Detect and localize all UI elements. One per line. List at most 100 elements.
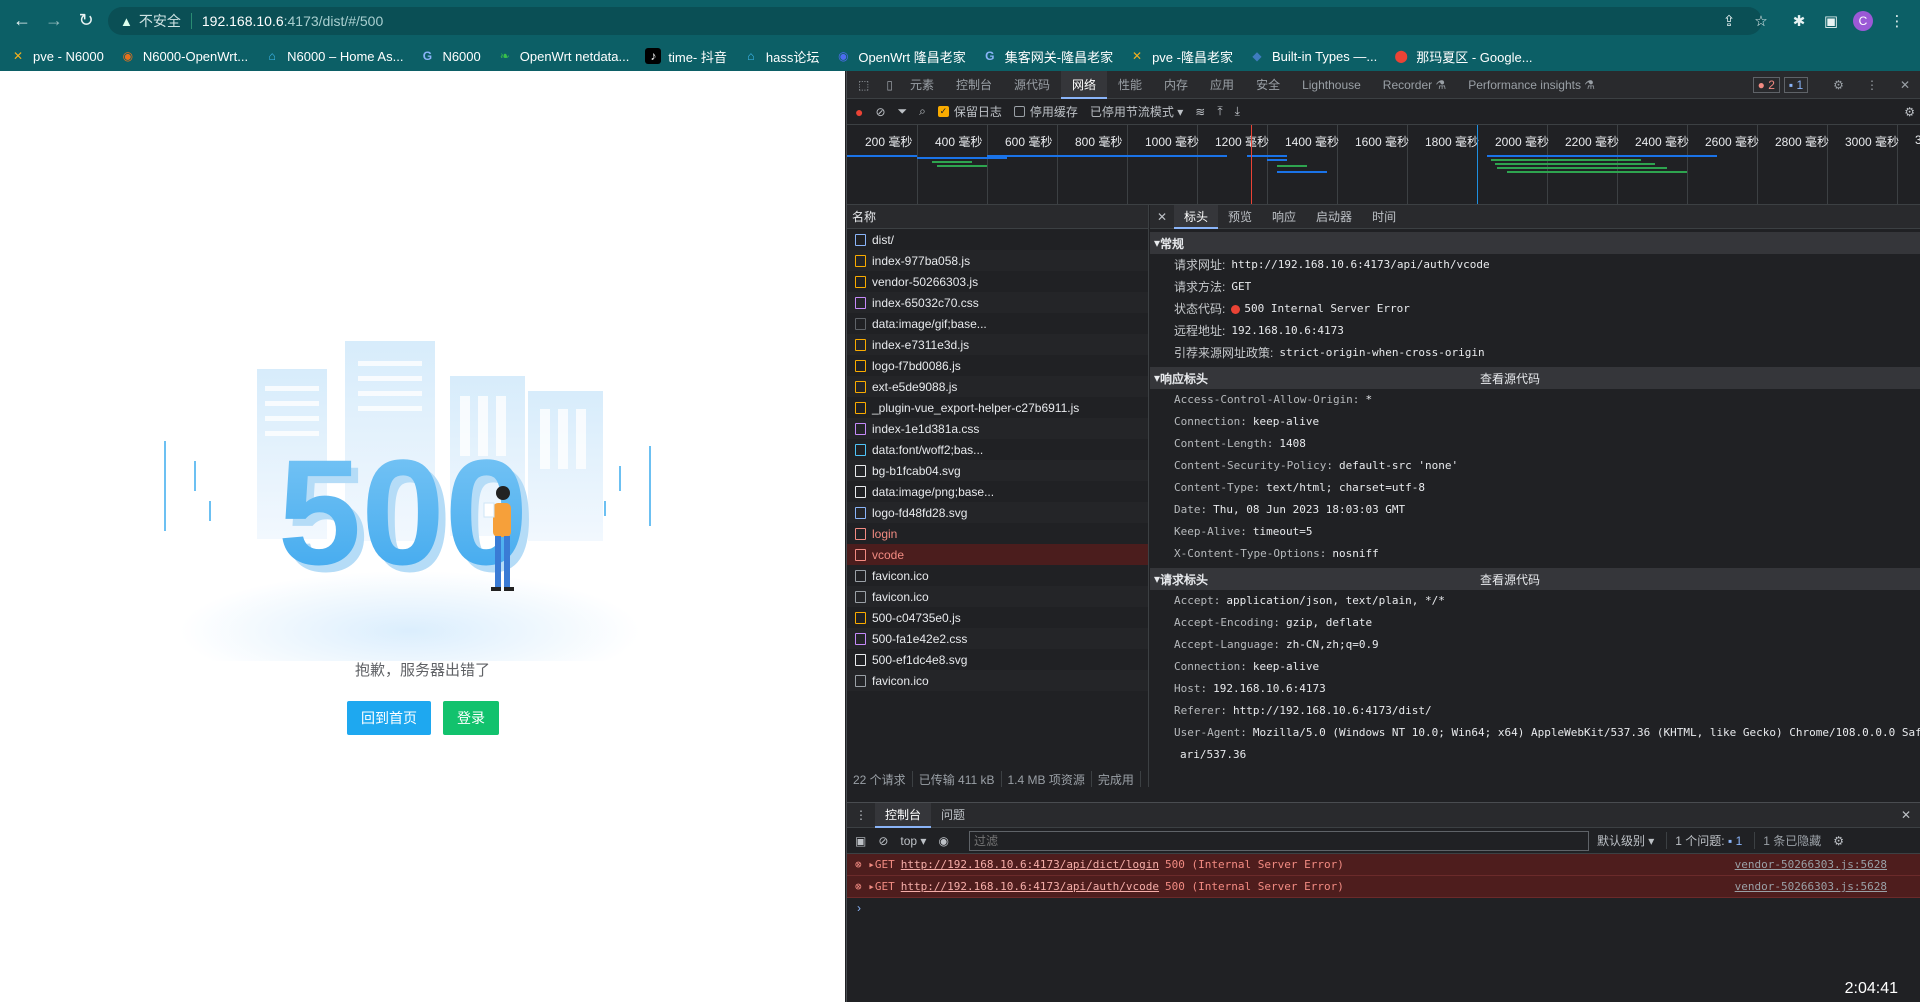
- bookmark-item[interactable]: ◉ N6000-OpenWrt...: [120, 48, 249, 64]
- devtools-tab[interactable]: 安全: [1245, 71, 1291, 99]
- request-row[interactable]: index-e7311e3d.js: [847, 334, 1148, 355]
- forward-icon[interactable]: →: [38, 5, 70, 37]
- request-row[interactable]: logo-f7bd0086.js: [847, 355, 1148, 376]
- devtools-tab[interactable]: 内存: [1153, 71, 1199, 99]
- request-row[interactable]: index-65032c70.css: [847, 292, 1148, 313]
- request-row[interactable]: 500-c04735e0.js: [847, 607, 1148, 628]
- console-filter-input[interactable]: [968, 830, 1589, 851]
- request-row[interactable]: index-977ba058.js: [847, 250, 1148, 271]
- device-toggle-icon[interactable]: ▯: [880, 71, 899, 99]
- detail-tab[interactable]: 预览: [1218, 205, 1262, 229]
- back-home-button[interactable]: 回到首页: [347, 701, 431, 735]
- response-headers-section-title[interactable]: ▾ 响应标头 查看源代码: [1150, 367, 1920, 389]
- issues-button[interactable]: 1 个问题: ▪ 1: [1666, 832, 1742, 849]
- devtools-tab[interactable]: 应用: [1199, 71, 1245, 99]
- request-row[interactable]: data:font/woff2;bas...: [847, 439, 1148, 460]
- error-counter[interactable]: ● 2: [1752, 76, 1780, 93]
- source-link[interactable]: vendor-50266303.js:5628: [1735, 858, 1887, 871]
- request-row[interactable]: vcode: [847, 544, 1148, 565]
- view-source-link[interactable]: 查看源代码: [1480, 571, 1540, 588]
- request-row[interactable]: favicon.ico: [847, 565, 1148, 586]
- request-url-link[interactable]: http://192.168.10.6:4173/api/dict/login: [901, 858, 1159, 871]
- console-error-message[interactable]: ⊗ ▸ GET http://192.168.10.6:4173/api/auth…: [847, 876, 1920, 898]
- request-row[interactable]: 500-ef1dc4e8.svg: [847, 649, 1148, 670]
- network-settings-icon[interactable]: ⚙: [1904, 105, 1915, 119]
- devtools-tab[interactable]: 网络: [1061, 70, 1108, 99]
- drawer-menu-icon[interactable]: ⋮: [847, 803, 875, 828]
- console-settings-icon[interactable]: ⚙: [1833, 834, 1844, 848]
- close-detail-icon[interactable]: ✕: [1150, 210, 1174, 224]
- request-row[interactable]: ext-e5de9088.js: [847, 376, 1148, 397]
- bookmark-item[interactable]: ♪ time- 抖音: [645, 47, 727, 66]
- search-icon[interactable]: ⌕: [919, 104, 926, 119]
- avatar[interactable]: C: [1850, 8, 1876, 34]
- detail-tab[interactable]: 标头: [1174, 205, 1219, 229]
- detail-tab[interactable]: 启动器: [1306, 205, 1362, 229]
- view-source-link[interactable]: 查看源代码: [1480, 370, 1540, 387]
- bookmark-item[interactable]: ❧ OpenWrt netdata...: [497, 48, 630, 64]
- request-row[interactable]: data:image/png;base...: [847, 481, 1148, 502]
- settings-gear-icon[interactable]: ⚙: [1822, 71, 1855, 99]
- bookmark-item[interactable]: G N6000: [419, 48, 481, 64]
- devtools-tab[interactable]: 控制台: [945, 71, 1003, 99]
- request-row[interactable]: vendor-50266303.js: [847, 271, 1148, 292]
- filter-icon[interactable]: ⏷: [898, 104, 908, 119]
- console-error-message[interactable]: ⊗ ▸ GET http://192.168.10.6:4173/api/dict…: [847, 854, 1920, 876]
- sidebar-toggle-icon[interactable]: ▣: [855, 834, 866, 848]
- reload-icon[interactable]: ↻: [70, 5, 102, 37]
- bookmark-item[interactable]: ⌂ hass论坛: [743, 47, 819, 66]
- export-har-icon[interactable]: ⤓: [1235, 104, 1240, 119]
- network-overview-timeline[interactable]: 200 毫秒 400 毫秒 600 毫秒 800 毫秒 1000 毫秒 1200 毫秒 14…: [847, 125, 1920, 205]
- bookmark-item[interactable]: ◉ OpenWrt 隆昌老家: [835, 47, 966, 66]
- request-headers-section-title[interactable]: ▾ 请求标头 查看源代码: [1150, 568, 1920, 590]
- devtools-tab[interactable]: Lighthouse: [1291, 71, 1372, 99]
- request-row[interactable]: data:image/gif;base...: [847, 313, 1148, 334]
- record-icon[interactable]: ●: [855, 104, 863, 120]
- source-link[interactable]: vendor-50266303.js:5628: [1735, 880, 1887, 893]
- devtools-tab[interactable]: Performance insights ⚗: [1457, 71, 1606, 99]
- request-row[interactable]: 500-fa1e42e2.css: [847, 628, 1148, 649]
- detail-tab[interactable]: 响应: [1262, 205, 1306, 229]
- bookmark-item[interactable]: ⬤ 那玛夏区 - Google...: [1393, 47, 1533, 66]
- bookmark-item[interactable]: ◆ Built-in Types —...: [1249, 48, 1377, 64]
- detail-tab[interactable]: 时间: [1362, 205, 1406, 229]
- bookmark-item[interactable]: G 集客网关-隆昌老家: [982, 47, 1113, 66]
- console-prompt[interactable]: ›: [847, 898, 1920, 918]
- devtools-tab[interactable]: 性能: [1107, 71, 1153, 99]
- context-select[interactable]: top ▾: [900, 834, 926, 848]
- bookmark-item[interactable]: ✕ pve - N6000: [10, 48, 104, 64]
- request-row[interactable]: favicon.ico: [847, 670, 1148, 691]
- request-row[interactable]: login: [847, 523, 1148, 544]
- preserve-log-checkbox[interactable]: ✓ 保留日志: [937, 103, 1002, 120]
- devtools-menu-icon[interactable]: ⋮: [1855, 71, 1889, 99]
- star-icon[interactable]: ☆: [1748, 8, 1774, 34]
- log-levels-select[interactable]: 默认级别 ▾: [1597, 832, 1654, 849]
- clear-console-icon[interactable]: ⊘: [878, 834, 888, 848]
- request-row[interactable]: logo-fd48fd28.svg: [847, 502, 1148, 523]
- url-omnibox[interactable]: ▲ 不安全 192.168.10.6:4173/dist/#/500: [108, 7, 1762, 35]
- login-button[interactable]: 登录: [443, 701, 499, 735]
- drawer-tab[interactable]: 控制台: [875, 802, 932, 828]
- devtools-tab[interactable]: 元素: [899, 71, 945, 99]
- live-expression-eye-icon[interactable]: ◉: [938, 834, 948, 848]
- import-har-icon[interactable]: ⤒: [1217, 104, 1222, 119]
- share-icon[interactable]: ⇪: [1716, 8, 1742, 34]
- request-url-link[interactable]: http://192.168.10.6:4173/api/auth/vcode: [901, 880, 1159, 893]
- issue-counter[interactable]: ▪ 1: [1783, 76, 1809, 93]
- extensions-icon[interactable]: ✱: [1786, 8, 1812, 34]
- close-devtools-icon[interactable]: ✕: [1889, 71, 1920, 99]
- request-row[interactable]: _plugin-vue_export-helper-c27b6911.js: [847, 397, 1148, 418]
- close-drawer-icon[interactable]: ✕: [1901, 808, 1911, 822]
- back-icon[interactable]: ←: [6, 5, 38, 37]
- request-row[interactable]: favicon.ico: [847, 586, 1148, 607]
- general-section-title[interactable]: ▾ 常规: [1150, 232, 1920, 254]
- devtools-tab[interactable]: Recorder ⚗: [1372, 71, 1457, 99]
- request-row[interactable]: index-1e1d381a.css: [847, 418, 1148, 439]
- request-row[interactable]: dist/: [847, 229, 1148, 250]
- name-column-header[interactable]: 名称: [847, 205, 1148, 229]
- sidepanel-icon[interactable]: ▣: [1818, 8, 1844, 34]
- bookmark-item[interactable]: ⌂ N6000 – Home As...: [264, 48, 403, 64]
- throttle-select[interactable]: 已停用节流模式 ▾: [1090, 103, 1183, 120]
- clear-icon[interactable]: ⊘: [875, 105, 885, 119]
- request-row[interactable]: bg-b1fcab04.svg: [847, 460, 1148, 481]
